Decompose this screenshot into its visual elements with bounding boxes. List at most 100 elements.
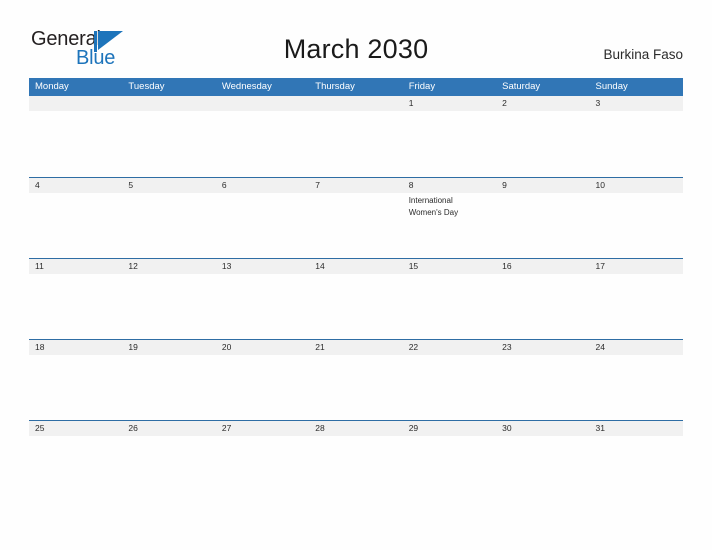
day-cell-empty xyxy=(496,274,589,339)
weekday-header-friday: Friday xyxy=(408,81,436,92)
day-cell-empty xyxy=(403,111,496,176)
day-number-28[interactable]: 28 xyxy=(309,421,402,436)
weekday-header-thursday: Thursday xyxy=(315,81,355,92)
day-cell-empty xyxy=(309,274,402,339)
day-number-13[interactable]: 13 xyxy=(216,259,309,274)
day-number-27[interactable]: 27 xyxy=(216,421,309,436)
day-number-empty xyxy=(216,96,309,111)
day-cell-empty xyxy=(216,111,309,176)
day-cell-empty xyxy=(216,193,309,258)
weekday-header-saturday: Saturday xyxy=(502,81,541,92)
day-number-26[interactable]: 26 xyxy=(122,421,215,436)
day-number-6[interactable]: 6 xyxy=(216,178,309,193)
day-cell-empty xyxy=(122,274,215,339)
day-cell-empty xyxy=(309,193,402,258)
week-date-band: 123 xyxy=(29,96,683,111)
day-number-17[interactable]: 17 xyxy=(590,259,683,274)
day-number-2[interactable]: 2 xyxy=(496,96,589,111)
day-cell-empty xyxy=(590,274,683,339)
day-number-12[interactable]: 12 xyxy=(122,259,215,274)
day-cell-empty xyxy=(590,193,683,258)
day-number-19[interactable]: 19 xyxy=(122,340,215,355)
day-number-empty xyxy=(309,96,402,111)
day-cell-empty xyxy=(216,274,309,339)
day-number-24[interactable]: 24 xyxy=(590,340,683,355)
week-date-band: 11 12 13 14 15 16 17 xyxy=(29,259,683,274)
day-cell-empty xyxy=(122,436,215,501)
week-event-band xyxy=(29,436,683,501)
calendar-page: General Blue March 2030 Burkina Faso Mon… xyxy=(0,0,712,550)
day-number-7[interactable]: 7 xyxy=(309,178,402,193)
day-number-25[interactable]: 25 xyxy=(29,421,122,436)
day-cell-empty xyxy=(216,436,309,501)
day-cell-empty xyxy=(403,274,496,339)
day-cell-empty xyxy=(29,355,122,420)
day-number-23[interactable]: 23 xyxy=(496,340,589,355)
day-number-10[interactable]: 10 xyxy=(590,178,683,193)
weekday-header-monday: Monday xyxy=(35,81,69,92)
day-number-empty xyxy=(122,96,215,111)
calendar-grid: Monday Tuesday Wednesday Thursday Friday Satu… xyxy=(29,78,683,501)
calendar-week-row: 18 19 20 21 22 23 24 xyxy=(29,339,683,420)
week-event-band xyxy=(29,111,683,176)
event-text: Women's Day xyxy=(408,207,459,217)
calendar-weeks: 1 2 3 4 5 6 7 8 9 10 International Women's Day 11 12 1… xyxy=(29,96,683,501)
day-cell-empty xyxy=(216,355,309,420)
day-cell-empty xyxy=(403,436,496,501)
day-number-5[interactable]: 5 xyxy=(122,178,215,193)
calendar-week-row: 25 26 27 28 29 30 31 xyxy=(29,420,683,501)
day-cell-empty xyxy=(122,111,215,176)
country-label: Burkina Faso xyxy=(603,47,683,62)
day-number-empty xyxy=(29,96,122,111)
day-cell-empty xyxy=(29,274,122,339)
weekday-header-tuesday: Tuesday xyxy=(128,81,165,92)
week-date-band: 18 19 20 21 22 23 24 xyxy=(29,340,683,355)
day-events-8[interactable]: International Women's Day xyxy=(403,193,496,258)
day-cell-empty xyxy=(29,111,122,176)
day-number-18[interactable]: 18 xyxy=(29,340,122,355)
day-cell-empty xyxy=(496,355,589,420)
day-cell-empty xyxy=(496,436,589,501)
week-event-band: International Women's Day xyxy=(29,193,683,258)
day-number-30[interactable]: 30 xyxy=(496,421,589,436)
day-number-31[interactable]: 31 xyxy=(590,421,683,436)
day-cell-empty xyxy=(29,193,122,258)
day-cell-empty xyxy=(403,355,496,420)
week-event-band xyxy=(29,355,683,420)
event-text: International xyxy=(408,196,453,205)
week-date-band: 4 5 6 7 8 9 10 xyxy=(29,178,683,193)
day-number-29[interactable]: 29 xyxy=(403,421,496,436)
day-number-21[interactable]: 21 xyxy=(309,340,402,355)
weekday-header-row: Monday Tuesday Wednesday Thursday Friday Satu… xyxy=(29,78,683,96)
weekday-header-sunday: Sunday xyxy=(595,81,628,92)
day-cell-empty xyxy=(590,436,683,501)
day-number-16[interactable]: 16 xyxy=(496,259,589,274)
page-header: General Blue March 2030 Burkina Faso xyxy=(0,0,712,78)
day-cell-empty xyxy=(309,355,402,420)
day-number-20[interactable]: 20 xyxy=(216,340,309,355)
week-date-band: 25 26 27 28 29 30 31 xyxy=(29,421,683,436)
day-cell-empty xyxy=(122,355,215,420)
day-number-22[interactable]: 22 xyxy=(403,340,496,355)
calendar-week-row: 11 12 13 14 15 16 17 xyxy=(29,258,683,339)
day-number-14[interactable]: 14 xyxy=(309,259,402,274)
day-cell-empty xyxy=(590,355,683,420)
day-cell-empty xyxy=(309,436,402,501)
day-cell-empty xyxy=(496,193,589,258)
day-cell-empty xyxy=(309,111,402,176)
week-event-band xyxy=(29,274,683,339)
day-cell-empty xyxy=(122,193,215,258)
day-number-1[interactable]: 1 xyxy=(403,96,496,111)
weekday-header-wednesday: Wednesday xyxy=(221,81,272,92)
day-cell-empty xyxy=(496,111,589,176)
day-number-3[interactable]: 3 xyxy=(590,96,683,111)
day-number-8[interactable]: 8 xyxy=(403,178,496,193)
day-number-15[interactable]: 15 xyxy=(403,259,496,274)
calendar-week-row: 4 5 6 7 8 9 10 International Women's Day xyxy=(29,177,683,258)
day-number-4[interactable]: 4 xyxy=(29,178,122,193)
day-cell-empty xyxy=(590,111,683,176)
calendar-week-row: 123 xyxy=(29,96,683,177)
day-cell-empty xyxy=(29,436,122,501)
day-number-11[interactable]: 11 xyxy=(29,259,122,274)
day-number-9[interactable]: 9 xyxy=(496,178,589,193)
